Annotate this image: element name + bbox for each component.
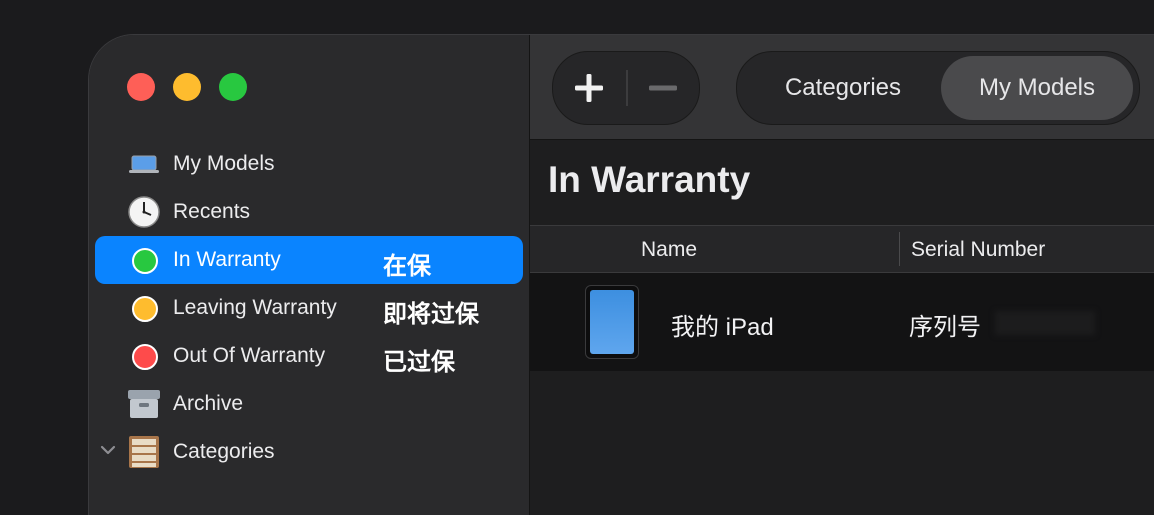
sidebar-item-in-warranty[interactable]: In Warranty 在保: [95, 236, 523, 284]
sidebar-item-categories[interactable]: Categories: [95, 428, 523, 476]
toolbar: Categories My Models: [530, 35, 1154, 140]
annotation-label: 已过保: [383, 349, 455, 376]
traffic-lights: [127, 73, 247, 101]
zoom-window-button[interactable]: [219, 73, 247, 101]
clock-icon: [128, 196, 160, 228]
sidebar-item-leaving-warranty[interactable]: Leaving Warranty 即将过保: [95, 284, 523, 332]
sidebar-item-label: My Models: [173, 152, 275, 175]
sidebar-item-my-models[interactable]: My Models: [95, 140, 523, 188]
sidebar-item-label: Leaving Warranty: [173, 296, 337, 319]
column-divider[interactable]: [899, 232, 900, 266]
table-row[interactable]: 我的 iPad 序列号: [530, 273, 1154, 371]
laptop-icon: [129, 155, 159, 173]
annotation-label: 在保: [383, 253, 431, 280]
sidebar-nav: My Models Recents In Warranty 在保 Leaving…: [95, 140, 523, 476]
sidebar-item-label: In Warranty: [173, 248, 281, 271]
sidebar-item-out-of-warranty[interactable]: Out Of Warranty 已过保: [95, 332, 523, 380]
remove-button[interactable]: [627, 52, 699, 124]
add-button[interactable]: [553, 52, 625, 124]
column-header-serial-number[interactable]: Serial Number: [911, 238, 1045, 262]
table-empty-area: [530, 371, 1154, 515]
sidebar-item-label: Out Of Warranty: [173, 344, 326, 367]
segment-categories[interactable]: Categories: [745, 56, 941, 120]
sidebar-item-label: Recents: [173, 200, 251, 223]
green-dot-icon: [127, 244, 161, 276]
minus-icon: [649, 85, 677, 91]
redacted-serial: [995, 311, 1095, 335]
segment-my-models[interactable]: My Models: [941, 56, 1133, 120]
orange-dot-icon: [127, 292, 161, 324]
plus-icon: [575, 74, 603, 102]
ipad-icon: [585, 285, 639, 359]
sidebar-item-archive[interactable]: Archive: [95, 380, 523, 428]
table-header: Name Serial Number: [530, 225, 1154, 273]
sidebar-item-label: Archive: [173, 392, 244, 415]
page-title: In Warranty: [548, 159, 751, 200]
minimize-window-button[interactable]: [173, 73, 201, 101]
device-name: 我的 iPad: [671, 314, 774, 341]
sidebar-item-recents[interactable]: Recents: [95, 188, 523, 236]
app-window: My Models Recents In Warranty 在保 Leaving…: [88, 34, 1154, 515]
column-header-name[interactable]: Name: [641, 238, 697, 262]
archive-box-icon: [128, 390, 160, 418]
sidebar-item-label: Categories: [173, 440, 275, 463]
add-remove-control: [552, 51, 700, 125]
serial-number: 序列号: [909, 314, 981, 341]
sidebar: My Models Recents In Warranty 在保 Leaving…: [89, 35, 530, 515]
view-segmented-control: Categories My Models: [736, 51, 1140, 125]
chevron-down-icon[interactable]: [98, 440, 118, 460]
main-pane: Categories My Models In Warranty Name Se…: [530, 35, 1154, 515]
close-window-button[interactable]: [127, 73, 155, 101]
red-dot-icon: [127, 340, 161, 372]
drawer-cabinet-icon: [129, 436, 159, 468]
annotation-label: 即将过保: [383, 301, 479, 328]
